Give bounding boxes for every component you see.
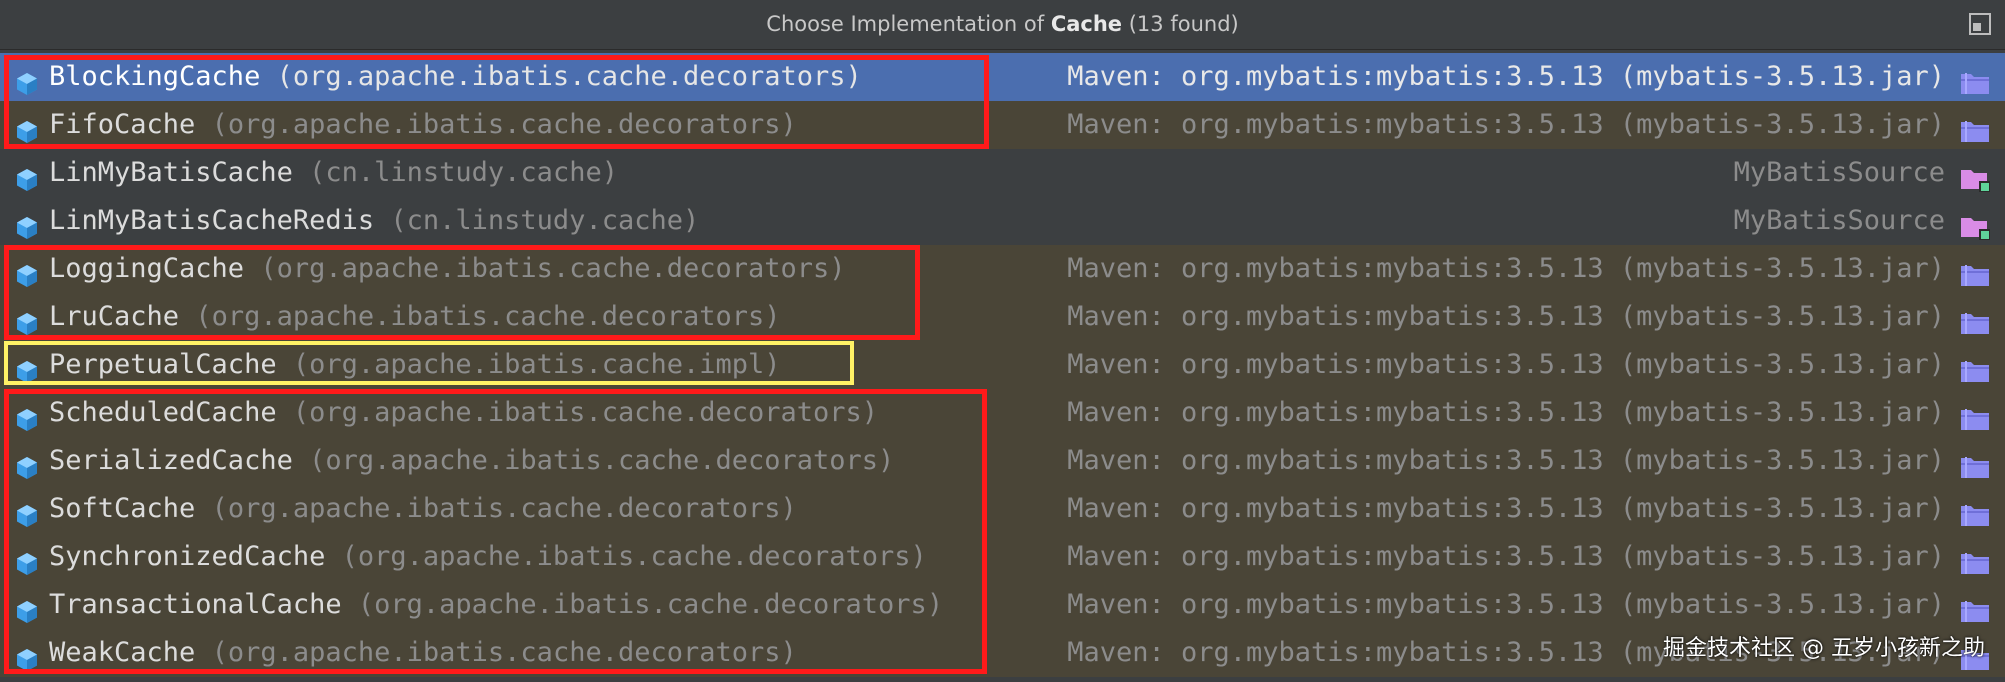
source-module-folder-icon xyxy=(1959,160,1991,192)
class-cube-icon xyxy=(14,209,40,239)
list-item[interactable]: BlockingCache (org.apache.ibatis.cache.d… xyxy=(0,53,2005,101)
source-module-folder-icon xyxy=(1959,208,1991,240)
location-label: Maven: org.mybatis:mybatis:3.5.13 (mybat… xyxy=(1067,349,1945,380)
library-folder-icon xyxy=(1959,112,1991,142)
list-item[interactable]: PerpetualCache (org.apache.ibatis.cache.… xyxy=(0,341,2005,389)
package-name: (org.apache.ibatis.cache.impl) xyxy=(292,349,781,380)
package-name: (org.apache.ibatis.cache.decorators) xyxy=(195,301,781,332)
class-cube-icon xyxy=(14,497,40,527)
class-cube-icon xyxy=(14,449,40,479)
library-folder-icon xyxy=(1959,544,1991,574)
library-folder-icon xyxy=(1959,304,1991,334)
package-name: (org.apache.ibatis.cache.decorators) xyxy=(211,493,797,524)
list-item[interactable]: LruCache (org.apache.ibatis.cache.decora… xyxy=(0,293,2005,341)
class-name: LinMyBatisCacheRedis xyxy=(49,205,375,236)
class-name-group: LruCache (org.apache.ibatis.cache.decora… xyxy=(49,293,781,341)
location-label: MyBatisSource xyxy=(1733,205,1945,236)
header-count: (13 found) xyxy=(1122,12,1239,36)
class-cube-icon xyxy=(14,641,40,671)
package-name: (org.apache.ibatis.cache.decorators) xyxy=(341,541,927,572)
library-folder-icon xyxy=(1959,400,1991,430)
class-cube-icon xyxy=(14,257,40,287)
package-name: (cn.linstudy.cache) xyxy=(309,157,618,188)
list-item[interactable]: LoggingCache (org.apache.ibatis.cache.de… xyxy=(0,245,2005,293)
library-folder-icon xyxy=(1959,592,1991,622)
class-name: ScheduledCache xyxy=(49,397,277,428)
class-name-group: PerpetualCache (org.apache.ibatis.cache.… xyxy=(49,341,781,389)
location-label: Maven: org.mybatis:mybatis:3.5.13 (mybat… xyxy=(1067,301,1945,332)
class-cube-icon xyxy=(14,113,40,143)
library-folder-icon xyxy=(1959,256,1991,286)
class-name-group: WeakCache (org.apache.ibatis.cache.decor… xyxy=(49,629,797,677)
location-label: Maven: org.mybatis:mybatis:3.5.13 (mybat… xyxy=(1067,253,1945,284)
package-name: (cn.linstudy.cache) xyxy=(390,205,700,236)
class-name-group: ScheduledCache (org.apache.ibatis.cache.… xyxy=(49,389,878,437)
class-cube-icon xyxy=(14,353,40,383)
package-name: (org.apache.ibatis.cache.decorators) xyxy=(357,589,944,620)
class-name: LinMyBatisCache xyxy=(49,157,293,188)
package-name: (org.apache.ibatis.cache.decorators) xyxy=(309,445,895,476)
header-subject: Cache xyxy=(1050,12,1123,36)
location-label: Maven: org.mybatis:mybatis:3.5.13 (mybat… xyxy=(1067,589,1945,620)
location-label: Maven: org.mybatis:mybatis:3.5.13 (mybat… xyxy=(1067,109,1945,140)
location-label: Maven: org.mybatis:mybatis:3.5.13 (mybat… xyxy=(1067,61,1945,92)
list-item[interactable]: ScheduledCache (org.apache.ibatis.cache.… xyxy=(0,389,2005,437)
location-label: Maven: org.mybatis:mybatis:3.5.13 (mybat… xyxy=(1067,493,1945,524)
class-name: PerpetualCache xyxy=(49,349,277,380)
class-cube-icon xyxy=(14,545,40,575)
class-cube-icon xyxy=(14,593,40,623)
class-name-group: LinMyBatisCache (cn.linstudy.cache) xyxy=(49,149,618,197)
package-name: (org.apache.ibatis.cache.decorators) xyxy=(211,109,797,140)
class-name: SerializedCache xyxy=(49,445,293,476)
class-name-group: LinMyBatisCacheRedis (cn.linstudy.cache) xyxy=(49,197,699,245)
location-label: Maven: org.mybatis:mybatis:3.5.13 (mybat… xyxy=(1067,445,1945,476)
list-item[interactable]: LinMyBatisCacheRedis (cn.linstudy.cache)… xyxy=(0,197,2005,245)
list-item[interactable]: SoftCache (org.apache.ibatis.cache.decor… xyxy=(0,485,2005,533)
class-cube-icon xyxy=(14,161,40,191)
class-cube-icon xyxy=(14,401,40,431)
class-name: TransactionalCache xyxy=(49,589,342,620)
package-name: (org.apache.ibatis.cache.decorators) xyxy=(276,61,862,92)
choose-implementation-popup: Choose Implementation of Cache (13 found… xyxy=(0,0,2005,682)
class-name-group: LoggingCache (org.apache.ibatis.cache.de… xyxy=(49,245,846,293)
list-item[interactable]: SynchronizedCache (org.apache.ibatis.cac… xyxy=(0,533,2005,581)
class-name: FifoCache xyxy=(49,109,196,140)
class-name: LoggingCache xyxy=(49,253,245,284)
watermark: 掘金技术社区 @ 五岁小孩新之助 xyxy=(1663,636,1985,661)
library-folder-icon xyxy=(1959,448,1991,478)
list-item[interactable]: TransactionalCache (org.apache.ibatis.ca… xyxy=(0,581,2005,629)
class-name-group: FifoCache (org.apache.ibatis.cache.decor… xyxy=(49,101,797,149)
list-item[interactable]: SerializedCache (org.apache.ibatis.cache… xyxy=(0,437,2005,485)
library-folder-icon xyxy=(1959,352,1991,382)
class-name-group: SynchronizedCache (org.apache.ibatis.cac… xyxy=(49,533,927,581)
class-name: BlockingCache xyxy=(49,61,261,92)
library-folder-icon xyxy=(1959,64,1991,94)
location-label: MyBatisSource xyxy=(1733,157,1945,188)
package-name: (org.apache.ibatis.cache.decorators) xyxy=(260,253,846,284)
location-label: Maven: org.mybatis:mybatis:3.5.13 (mybat… xyxy=(1067,397,1945,428)
class-name-group: SoftCache (org.apache.ibatis.cache.decor… xyxy=(49,485,797,533)
list-item[interactable]: LinMyBatisCache (cn.linstudy.cache) MyBat… xyxy=(0,149,2005,197)
class-name: SoftCache xyxy=(49,493,196,524)
library-folder-icon xyxy=(1959,496,1991,526)
package-name: (org.apache.ibatis.cache.decorators) xyxy=(211,637,797,668)
class-cube-icon xyxy=(14,65,40,95)
location-label: Maven: org.mybatis:mybatis:3.5.13 (mybat… xyxy=(1067,541,1945,572)
class-name-group: TransactionalCache (org.apache.ibatis.ca… xyxy=(49,581,943,629)
class-name: LruCache xyxy=(49,301,180,332)
class-name-group: SerializedCache (org.apache.ibatis.cache… xyxy=(49,437,894,485)
class-name-group: BlockingCache (org.apache.ibatis.cache.d… xyxy=(49,53,862,101)
popup-header: Choose Implementation of Cache (13 found… xyxy=(0,0,2005,50)
package-name: (org.apache.ibatis.cache.decorators) xyxy=(292,397,879,428)
list-item[interactable]: FifoCache (org.apache.ibatis.cache.decor… xyxy=(0,101,2005,149)
class-cube-icon xyxy=(14,305,40,335)
pin-window-icon[interactable] xyxy=(1969,13,1991,35)
header-prefix: Choose Implementation of xyxy=(766,12,1051,36)
class-name: SynchronizedCache xyxy=(49,541,326,572)
class-name: WeakCache xyxy=(49,637,196,668)
implementation-list: BlockingCache (org.apache.ibatis.cache.d… xyxy=(0,53,2005,677)
